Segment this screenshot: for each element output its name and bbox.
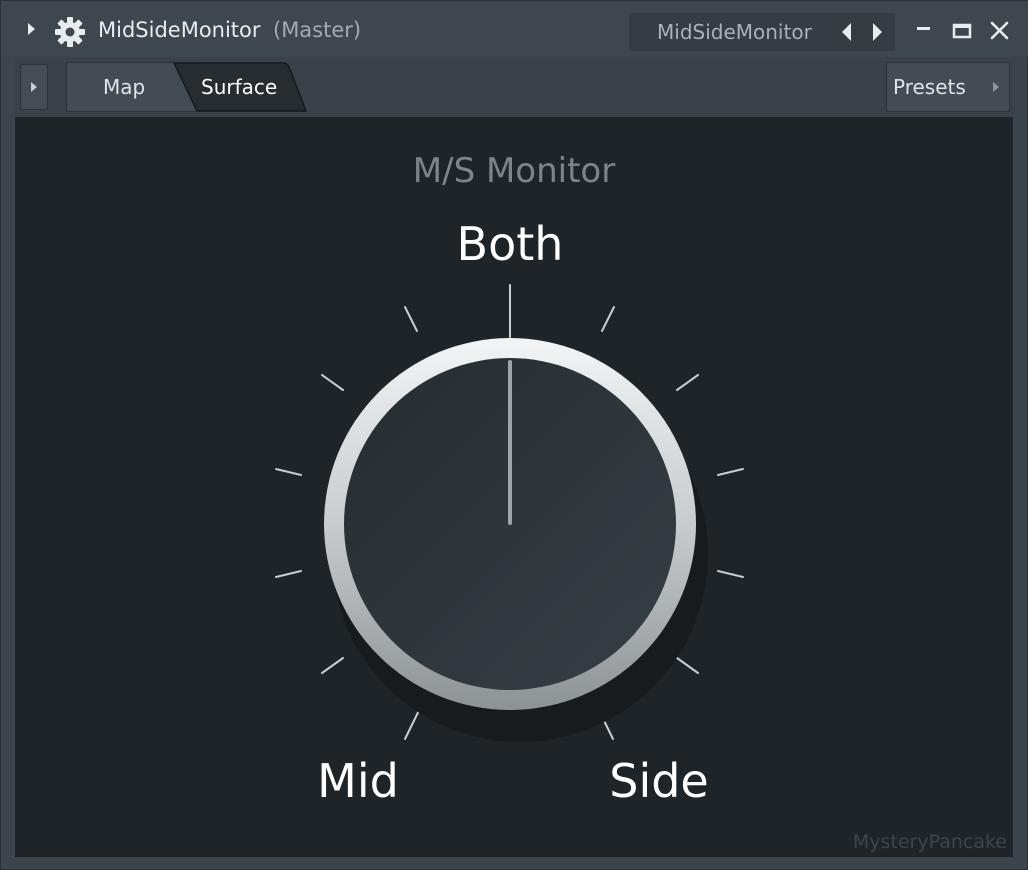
- maximize-icon[interactable]: [949, 17, 975, 43]
- plugin-window: MidSideMonitor (Master) MidSideMonitor M…: [0, 0, 1028, 870]
- surface-panel: M/S Monitor Both Mid Side MysteryPancake: [15, 117, 1013, 857]
- window-subtitle: (Master): [273, 18, 362, 42]
- plugin-title: M/S Monitor: [412, 151, 616, 191]
- presets-button[interactable]: Presets: [886, 62, 1010, 112]
- triangle-left-icon[interactable]: [837, 21, 857, 43]
- tab-surface[interactable]: Surface: [173, 62, 307, 112]
- tab-surface-label: Surface: [201, 75, 278, 99]
- triangle-right-icon[interactable]: [867, 21, 887, 43]
- triangle-right-icon: [993, 82, 999, 92]
- tab-bar: Map Surface Presets: [15, 57, 1015, 117]
- presets-label: Presets: [893, 75, 966, 99]
- gear-icon[interactable]: [54, 16, 86, 48]
- knob-label-both: Both: [456, 217, 564, 271]
- preset-name: MidSideMonitor: [657, 20, 812, 44]
- minimize-icon[interactable]: [911, 17, 937, 43]
- preset-selector[interactable]: MidSideMonitor: [629, 13, 895, 51]
- window-title: MidSideMonitor: [98, 18, 261, 42]
- close-icon[interactable]: [987, 17, 1013, 43]
- sidebar-toggle-icon[interactable]: [20, 64, 48, 110]
- knob-label-side: Side: [609, 754, 709, 808]
- knob-label-mid: Mid: [317, 754, 399, 808]
- expand-arrow-icon[interactable]: [23, 21, 39, 37]
- author-watermark: MysteryPancake: [852, 831, 1007, 853]
- title-bar[interactable]: MidSideMonitor (Master) MidSideMonitor: [1, 1, 1028, 57]
